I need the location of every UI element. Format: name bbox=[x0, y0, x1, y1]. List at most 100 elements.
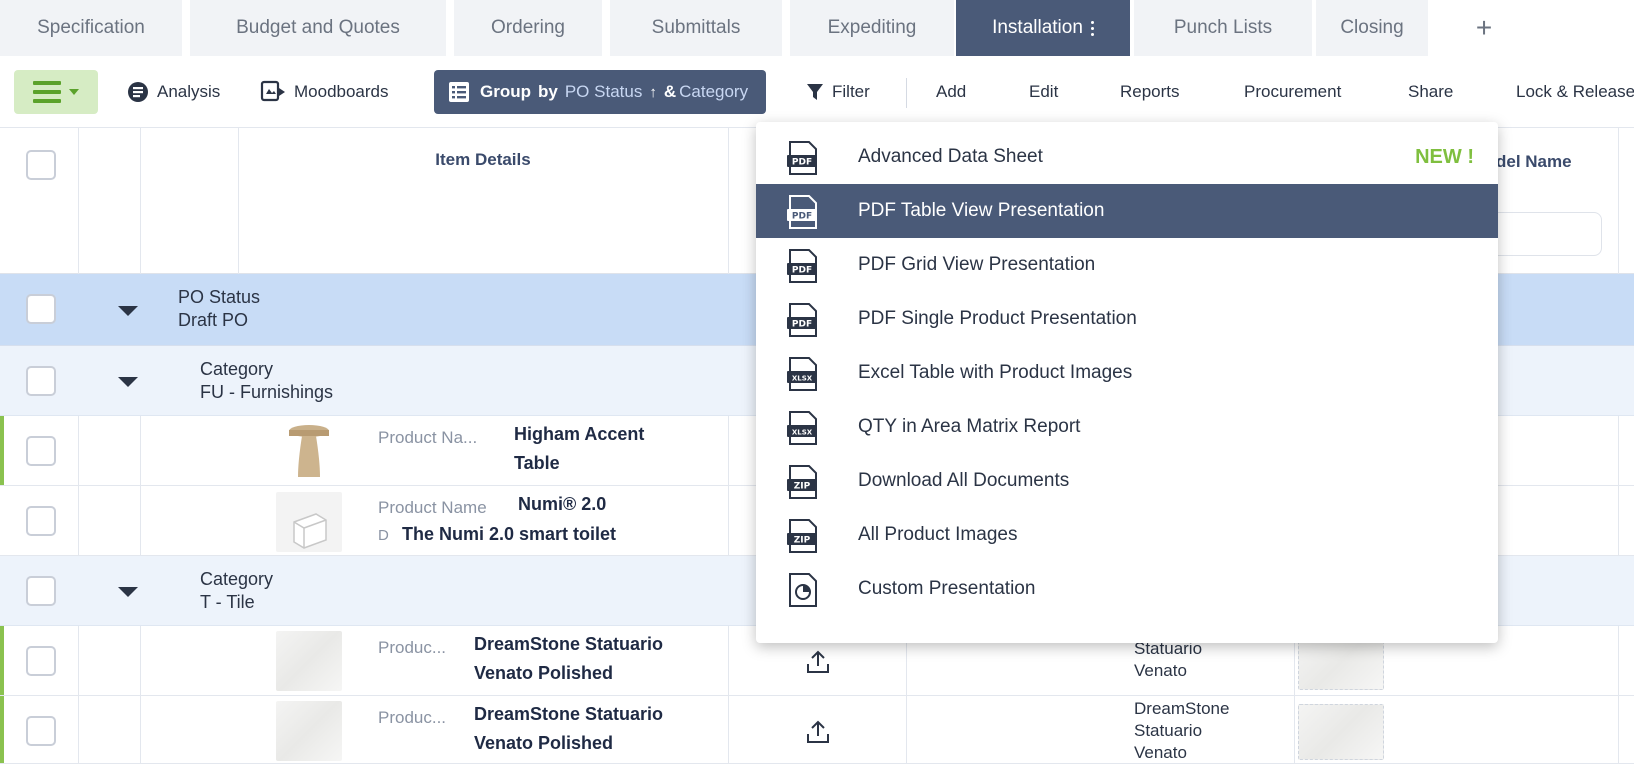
svg-text:ZIP: ZIP bbox=[794, 536, 811, 546]
menu-item-custom-presentation[interactable]: Custom Presentation bbox=[756, 562, 1498, 616]
svg-text:XLSX: XLSX bbox=[792, 429, 813, 437]
upload-icon[interactable] bbox=[804, 718, 832, 746]
reports-button[interactable]: Reports bbox=[1120, 56, 1180, 128]
product-image[interactable] bbox=[276, 421, 342, 481]
menu-item-label: QTY in Area Matrix Report bbox=[858, 416, 1081, 437]
field-label: Product Na... bbox=[378, 428, 478, 447]
new-badge: NEW ! bbox=[1415, 145, 1474, 168]
group-label: Category T - Tile bbox=[200, 568, 273, 614]
tab-label: Specification bbox=[37, 17, 145, 38]
collapse-triangle-icon[interactable] bbox=[118, 587, 138, 597]
group-field-name: Category bbox=[200, 359, 274, 379]
menu-item-pdf-grid-view[interactable]: PDF PDF Grid View Presentation bbox=[756, 238, 1498, 292]
main-menu-button[interactable] bbox=[14, 70, 98, 114]
row-checkbox[interactable] bbox=[26, 506, 56, 536]
menu-item-advanced-data-sheet[interactable]: PDF Advanced Data Sheet NEW ! bbox=[756, 130, 1498, 184]
zip-icon: ZIP bbox=[787, 519, 817, 553]
chevron-down-icon bbox=[69, 89, 79, 95]
row-checkbox[interactable] bbox=[26, 646, 56, 676]
group-label: Group bbox=[480, 82, 531, 101]
group-checkbox[interactable] bbox=[26, 366, 56, 396]
add-label: Add bbox=[936, 82, 967, 101]
share-button[interactable]: Share bbox=[1408, 56, 1453, 128]
group-checkbox[interactable] bbox=[26, 294, 56, 324]
group-field-value: FU - Furnishings bbox=[200, 382, 334, 402]
tab-submittals[interactable]: Submittals bbox=[610, 0, 782, 56]
pdf-icon: PDF bbox=[787, 141, 817, 175]
tab-label: Expediting bbox=[827, 17, 917, 38]
svg-text:PDF: PDF bbox=[792, 320, 812, 330]
product-image[interactable] bbox=[1298, 704, 1384, 760]
tab-expediting[interactable]: Expediting bbox=[790, 0, 954, 56]
tab-budget-and-quotes[interactable]: Budget and Quotes bbox=[190, 0, 446, 56]
more-options-icon[interactable] bbox=[1090, 20, 1094, 36]
tab-closing[interactable]: Closing bbox=[1316, 0, 1428, 56]
select-all-checkbox[interactable] bbox=[26, 150, 56, 180]
tab-ordering[interactable]: Ordering bbox=[454, 0, 602, 56]
menu-item-download-all-documents[interactable]: ZIP Download All Documents bbox=[756, 454, 1498, 508]
toolbar: Analysis Moodboards Group by PO Status ↑… bbox=[0, 56, 1634, 128]
collapse-triangle-icon[interactable] bbox=[118, 306, 138, 316]
row-checkbox[interactable] bbox=[26, 716, 56, 746]
edit-label: Edit bbox=[1029, 82, 1059, 101]
filter-icon bbox=[807, 84, 823, 100]
filter-label: Filter bbox=[832, 82, 870, 101]
menu-item-excel-table[interactable]: XLSX Excel Table with Product Images bbox=[756, 346, 1498, 400]
moodboards-button[interactable]: Moodboards bbox=[260, 56, 389, 128]
column-header-model-name[interactable]: del Name bbox=[1496, 152, 1572, 172]
tab-label: Installation bbox=[992, 17, 1083, 38]
edit-button[interactable]: Edit bbox=[1029, 56, 1058, 128]
product-image[interactable] bbox=[276, 631, 342, 691]
collapse-triangle-icon[interactable] bbox=[118, 377, 138, 387]
upload-icon[interactable] bbox=[804, 648, 832, 676]
procurement-button[interactable]: Procurement bbox=[1244, 56, 1341, 128]
product-image[interactable] bbox=[276, 492, 342, 552]
tab-installation[interactable]: Installation bbox=[956, 0, 1130, 56]
svg-text:PDF: PDF bbox=[792, 158, 812, 168]
tab-specification[interactable]: Specification bbox=[0, 0, 182, 56]
analysis-label: Analysis bbox=[157, 82, 221, 101]
list-icon bbox=[449, 82, 469, 102]
group-field-value: Draft PO bbox=[178, 310, 249, 330]
menu-item-label: PDF Grid View Presentation bbox=[858, 254, 1096, 275]
menu-item-pdf-table-view[interactable]: PDF PDF Table View Presentation bbox=[756, 184, 1498, 238]
model-line: Venato bbox=[1134, 661, 1187, 680]
model-name-cell: DreamStone Statuario Venato bbox=[1134, 698, 1229, 764]
menu-item-qty-area-matrix[interactable]: XLSX QTY in Area Matrix Report bbox=[756, 400, 1498, 454]
model-line: DreamStone bbox=[1134, 699, 1230, 718]
analysis-button[interactable]: Analysis bbox=[127, 56, 220, 128]
tab-punch-lists[interactable]: Punch Lists bbox=[1134, 0, 1312, 56]
lock-release-button[interactable]: Lock & Release bbox=[1516, 56, 1634, 128]
add-button[interactable]: Add bbox=[936, 56, 966, 128]
hamburger-icon bbox=[33, 81, 61, 103]
lock-release-label: Lock & Release bbox=[1516, 82, 1634, 101]
product-image[interactable] bbox=[276, 701, 342, 761]
menu-item-pdf-single-product[interactable]: PDF PDF Single Product Presentation bbox=[756, 292, 1498, 346]
group-by-button[interactable]: Group by PO Status ↑ & Category bbox=[434, 70, 766, 114]
table-row[interactable]: Produc... DreamStone Statuario Venato Po… bbox=[0, 696, 1634, 764]
add-tab-button[interactable]: + bbox=[1466, 10, 1502, 46]
filter-button[interactable]: Filter bbox=[806, 56, 870, 128]
model-line: Statuario bbox=[1134, 721, 1203, 740]
row-status-bar bbox=[0, 696, 4, 763]
menu-item-all-product-images[interactable]: ZIP All Product Images bbox=[756, 508, 1498, 562]
menu-item-label: Download All Documents bbox=[858, 470, 1070, 491]
menu-item-label: PDF Single Product Presentation bbox=[858, 308, 1137, 329]
product-name: Numi® 2.0 bbox=[518, 494, 607, 514]
group-checkbox[interactable] bbox=[26, 576, 56, 606]
row-checkbox[interactable] bbox=[26, 436, 56, 466]
group-label: Category FU - Furnishings bbox=[200, 358, 333, 404]
pdf-icon: PDF bbox=[787, 195, 817, 229]
reports-dropdown-menu: PDF Advanced Data Sheet NEW ! PDF PDF Ta… bbox=[756, 122, 1498, 643]
column-header-item-details[interactable]: Item Details bbox=[238, 150, 728, 170]
description-label: D bbox=[378, 527, 389, 544]
procurement-label: Procurement bbox=[1244, 82, 1342, 101]
moodboard-icon bbox=[260, 80, 285, 102]
menu-item-label: All Product Images bbox=[858, 524, 1018, 545]
tab-label: Closing bbox=[1340, 17, 1404, 38]
menu-item-label: Excel Table with Product Images bbox=[858, 362, 1133, 383]
model-name-cell: Statuario Venato bbox=[1134, 638, 1202, 682]
tab-label: Budget and Quotes bbox=[236, 17, 400, 38]
tab-label: Submittals bbox=[651, 17, 741, 38]
toolbar-divider bbox=[906, 78, 907, 108]
